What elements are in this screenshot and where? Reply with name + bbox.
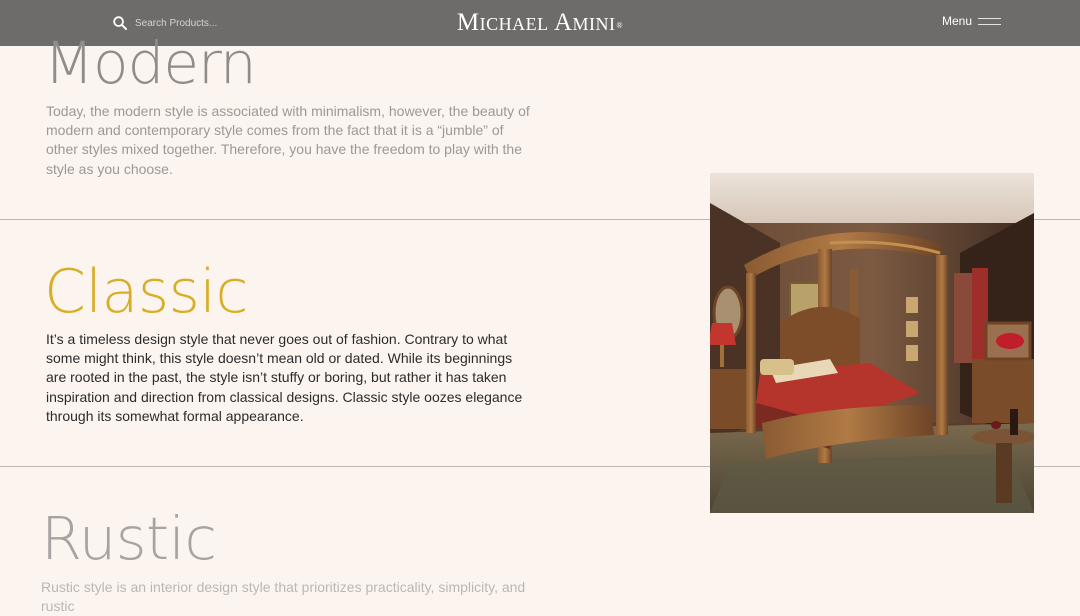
menu-button[interactable]: Menu [942,14,1001,28]
menu-label: Menu [941,14,972,28]
style-title-modern: Modern [44,29,257,97]
classic-bedroom-photo [710,173,1034,513]
style-description-modern: Today, the modern style is associated wi… [46,103,530,177]
style-description-rustic: Rustic style is an interior design style… [41,579,526,615]
registered-mark: ® [616,21,624,30]
style-description-classic: It’s a timeless design style that never … [46,331,523,424]
style-title-classic: Classic [44,257,249,327]
style-title-rustic: Rustic [41,504,217,573]
search-icon[interactable] [113,16,127,30]
search-input[interactable] [135,17,295,29]
brand-logo-text: Michael Amini [456,9,616,36]
hamburger-menu-icon[interactable] [978,17,1001,26]
